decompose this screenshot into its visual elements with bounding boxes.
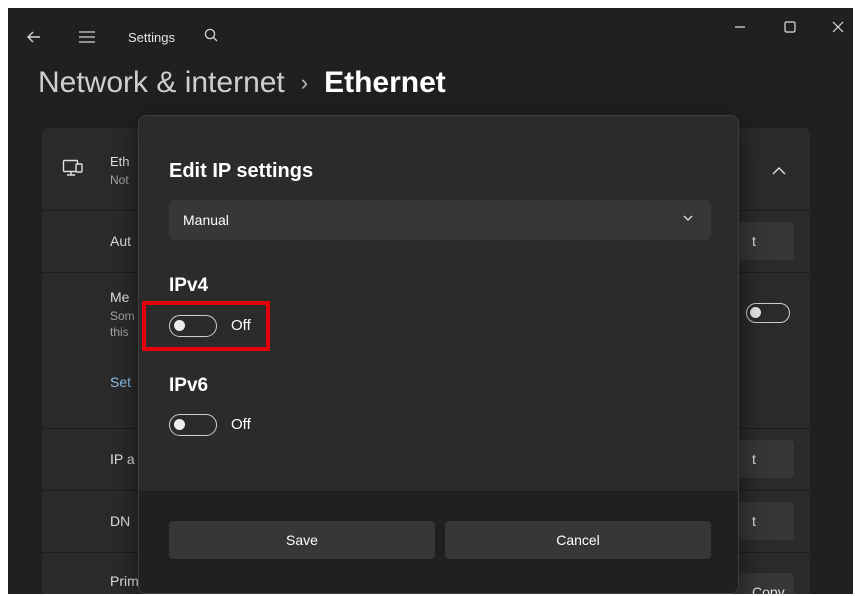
close-icon	[832, 21, 844, 33]
breadcrumb-parent[interactable]: Network & internet	[38, 66, 285, 100]
save-button[interactable]: Save	[169, 521, 435, 559]
copy-button[interactable]: Copy	[732, 573, 794, 594]
ipv6-toggle-state: Off	[231, 416, 251, 433]
breadcrumb: Network & internet › Ethernet	[38, 66, 446, 100]
ip-mode-selected-value: Manual	[183, 212, 229, 228]
ip-assignment-edit-button[interactable]: t	[732, 440, 794, 478]
dns-assignment-label: DN	[110, 513, 131, 529]
chevron-up-icon[interactable]	[772, 162, 786, 180]
navigation-menu-button[interactable]	[72, 28, 102, 46]
toggle-knob	[174, 419, 185, 430]
minimize-button[interactable]	[720, 12, 760, 42]
button-label: t	[752, 233, 756, 249]
search-button[interactable]	[204, 28, 218, 47]
edit-ip-settings-dialog: Edit IP settings Manual IPv4 Off IPv6 Of…	[138, 115, 739, 594]
minimize-icon	[735, 26, 745, 28]
ethernet-status: Not	[110, 173, 129, 187]
ip-mode-dropdown[interactable]: Manual	[169, 200, 711, 240]
chevron-down-icon	[683, 215, 693, 221]
ipv6-toggle[interactable]	[169, 414, 217, 436]
ip-assignment-label: IP a	[110, 451, 135, 467]
dialog-title: Edit IP settings	[169, 160, 314, 182]
search-icon	[204, 28, 218, 42]
authentication-label: Aut	[110, 233, 132, 249]
metered-label: Me	[110, 289, 130, 305]
breadcrumb-separator: ›	[300, 70, 309, 95]
hamburger-icon	[79, 31, 95, 43]
back-button[interactable]	[20, 28, 48, 46]
app-title: Settings	[128, 30, 175, 45]
dialog-footer: Save Cancel	[139, 491, 738, 593]
highlight-box	[142, 301, 270, 351]
authentication-edit-button[interactable]: t	[732, 222, 794, 260]
button-label: t	[752, 513, 756, 529]
button-label: Copy	[752, 584, 785, 594]
save-button-label: Save	[286, 532, 318, 548]
ethernet-title: Eth	[110, 154, 130, 169]
metered-description-2: this	[110, 325, 129, 339]
dns-assignment-edit-button[interactable]: t	[732, 502, 794, 540]
maximize-button[interactable]	[770, 12, 810, 42]
metered-connection-toggle[interactable]	[746, 303, 790, 323]
settings-window: Settings Network & internet › Ethernet E…	[8, 8, 853, 594]
breadcrumb-current: Ethernet	[324, 66, 446, 99]
cancel-button-label: Cancel	[556, 532, 600, 548]
button-label: t	[752, 451, 756, 467]
cancel-button[interactable]: Cancel	[445, 521, 711, 559]
ipv6-heading: IPv6	[169, 375, 209, 396]
primary-dns-label: Prim	[110, 573, 139, 589]
maximize-icon	[784, 21, 796, 33]
close-button[interactable]	[818, 12, 853, 42]
title-bar: Settings	[8, 8, 853, 54]
ethernet-icon	[62, 158, 84, 185]
ipv4-heading: IPv4	[169, 275, 209, 296]
set-data-limit-link[interactable]: Set	[110, 374, 131, 390]
arrow-left-icon	[27, 31, 40, 43]
metered-description-1: Som	[110, 309, 135, 323]
